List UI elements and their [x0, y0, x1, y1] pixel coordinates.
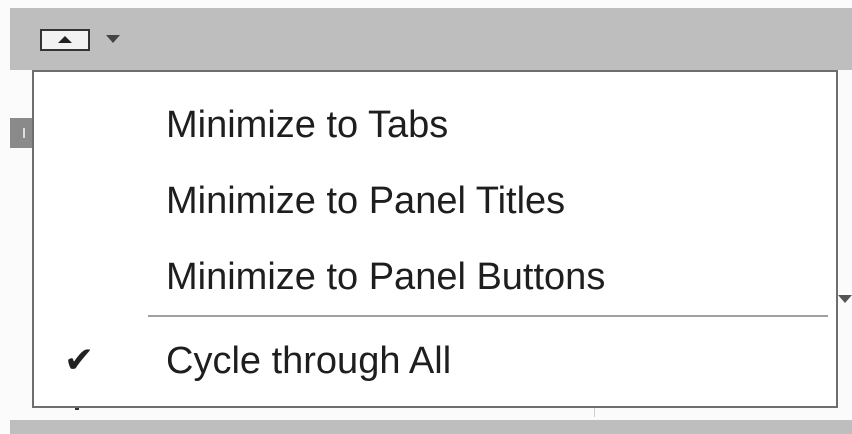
checkmark-icon: ✔	[64, 340, 95, 381]
chevron-down-icon[interactable]	[838, 295, 852, 303]
side-tab-handle	[10, 118, 32, 148]
up-triangle-icon	[58, 36, 72, 43]
menu-separator	[148, 315, 828, 317]
menu-item-cycle-through-all[interactable]: ✔ Cycle through All	[34, 326, 836, 396]
menu-item-label: Minimize to Panel Buttons	[166, 256, 606, 298]
menu-item-label: Minimize to Tabs	[166, 104, 449, 146]
menu-item-label: Minimize to Panel Titles	[166, 180, 566, 222]
menu-item-minimize-to-panel-titles[interactable]: Minimize to Panel Titles	[34, 166, 836, 236]
ribbon-toolbar	[10, 8, 852, 70]
ribbon-minimize-menu: Minimize to Tabs Minimize to Panel Title…	[32, 70, 838, 408]
bottom-bar	[10, 420, 852, 434]
dropdown-arrow-icon[interactable]	[106, 35, 120, 43]
menu-item-minimize-to-panel-buttons[interactable]: Minimize to Panel Buttons	[34, 242, 836, 312]
menu-item-label: Cycle through All	[166, 340, 452, 382]
ribbon-minimize-button[interactable]	[40, 29, 90, 51]
menu-item-minimize-to-tabs[interactable]: Minimize to Tabs	[34, 90, 836, 160]
